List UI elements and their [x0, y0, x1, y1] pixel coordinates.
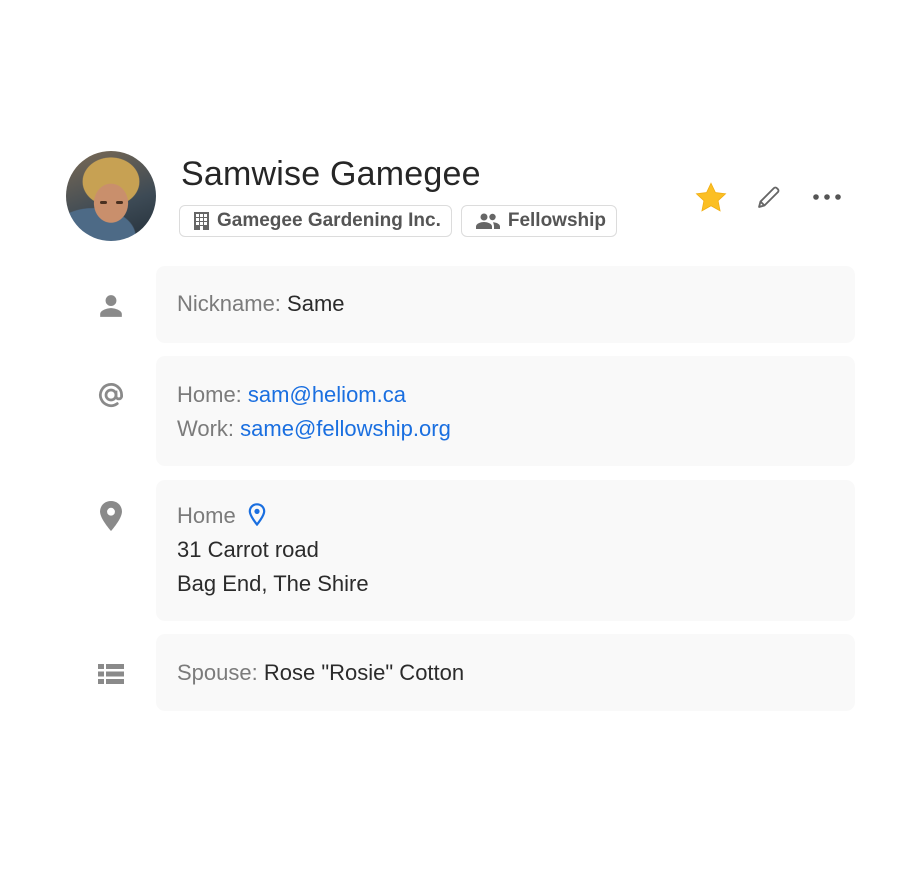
more-button[interactable]: [798, 179, 856, 215]
group-chip-label: Fellowship: [507, 210, 607, 231]
email-link-home[interactable]: sam@heliom.ca: [248, 382, 406, 407]
group-chip[interactable]: Fellowship: [460, 205, 618, 237]
avatar-eye-right: [116, 201, 123, 204]
email-row-work: Work: same@fellowship.org: [177, 412, 855, 446]
email-card: Home: sam@heliom.ca Work: same@fellowshi…: [156, 356, 855, 466]
address-line2: Bag End, The Shire: [177, 571, 369, 596]
nickname-label: Nickname:: [177, 291, 281, 316]
email-link-work[interactable]: same@fellowship.org: [240, 416, 451, 441]
address-label: Home: [177, 503, 236, 528]
star-icon: [695, 181, 727, 212]
contact-name: Samwise Gamegee: [181, 155, 481, 193]
email-label-home: Home:: [177, 382, 242, 407]
address-card: Home 31 Carrot road Bag End, The Shire: [156, 480, 855, 621]
pencil-icon: [758, 186, 780, 208]
address-header: Home: [177, 499, 855, 533]
company-chip-label: Gamegee Gardening Inc.: [217, 210, 441, 231]
header-actions: [682, 179, 856, 215]
contact-header: Samwise Gamegee Gamegee Gardening Inc. F…: [66, 151, 856, 243]
company-chip[interactable]: Gamegee Gardening Inc.: [179, 205, 452, 237]
map-pin-outline-icon: [248, 503, 266, 527]
list-icon: [96, 659, 126, 689]
location-pin-icon: [96, 501, 126, 531]
spouse-value: Rose "Rosie" Cotton: [263, 660, 465, 685]
address-line1: 31 Carrot road: [177, 537, 319, 562]
edit-button[interactable]: [740, 179, 798, 215]
email-label-work: Work:: [177, 416, 235, 441]
nickname-card: Nickname: Same: [156, 266, 855, 343]
nickname-value: Same: [287, 291, 345, 316]
email-row-home: Home: sam@heliom.ca: [177, 378, 855, 412]
avatar: [66, 151, 156, 241]
at-sign-icon: [96, 380, 126, 410]
favorite-button[interactable]: [682, 179, 740, 215]
person-icon: [96, 291, 126, 321]
more-horizontal-icon: [813, 194, 841, 200]
group-icon: [475, 213, 500, 229]
custom-field-card: Spouse: Rose "Rosie" Cotton: [156, 634, 855, 711]
spouse-label: Spouse:: [177, 660, 258, 685]
map-link-button[interactable]: [248, 502, 266, 536]
building-icon: [194, 212, 209, 230]
contact-chips: Gamegee Gardening Inc. Fellowship: [179, 205, 618, 237]
avatar-eye-left: [100, 201, 107, 204]
